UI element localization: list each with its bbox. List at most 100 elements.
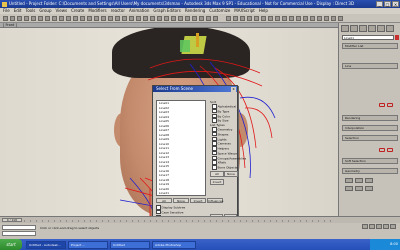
toolbar-tool-icon[interactable] <box>324 15 329 21</box>
geometry-button-4[interactable] <box>345 186 353 191</box>
maximize-button[interactable]: □ <box>384 1 391 7</box>
geometry-button-6[interactable] <box>365 186 373 191</box>
toolbar-tool-icon[interactable] <box>178 15 183 21</box>
taskbar-task[interactable]: Adobe Photoshop <box>152 240 196 249</box>
goto-start-icon[interactable] <box>362 224 368 229</box>
toolbar-tool-icon[interactable] <box>87 15 92 21</box>
modify-tab-icon[interactable] <box>350 25 358 32</box>
toolbar-tool-icon[interactable] <box>101 15 106 21</box>
object-list[interactable]: Line01 Line02 Line03 Line04 Line05 Line06 Line… <box>156 100 206 196</box>
toolbar-tool-icon[interactable] <box>24 15 29 21</box>
toolbar-tool-icon[interactable] <box>17 15 22 21</box>
list-influences-button[interactable]: Influences <box>207 198 223 203</box>
geometry-button-1[interactable] <box>345 178 353 183</box>
close-button[interactable]: × <box>392 1 399 7</box>
toolbar-tool-icon[interactable] <box>247 15 252 21</box>
type-none-button[interactable]: None <box>224 170 238 177</box>
list-item[interactable]: Line21 <box>157 191 205 195</box>
toolbar-tool-icon[interactable] <box>45 15 50 21</box>
create-tab-icon[interactable] <box>341 25 349 32</box>
toolbar-tool-icon[interactable] <box>317 15 322 21</box>
rollout-soft-selection[interactable]: Soft Selection <box>342 158 398 164</box>
toolbar-tool-icon[interactable] <box>171 15 176 21</box>
toolbar-tool-icon[interactable] <box>136 15 141 21</box>
toolbar-tool-icon[interactable] <box>150 15 155 21</box>
prev-frame-icon[interactable] <box>369 224 375 229</box>
toolbar-tool-icon[interactable] <box>268 15 273 21</box>
taskbar-task[interactable]: Untitled - Autodesk... <box>26 240 66 249</box>
toolbar-tool-icon[interactable] <box>10 15 15 21</box>
play-icon[interactable] <box>376 224 382 229</box>
toolbar-tool-icon[interactable] <box>275 15 280 21</box>
rollout-line[interactable]: Line <box>342 63 398 69</box>
toolbar-tool-icon[interactable] <box>338 15 343 21</box>
toolbar-tool-icon[interactable] <box>254 15 259 21</box>
viewport-front[interactable]: Select From Scene x Line01 Line02 Line03 Li… <box>0 28 338 216</box>
rollout-modifier-list[interactable]: Modifier List <box>342 43 398 49</box>
minimize-button[interactable]: _ <box>376 1 383 7</box>
toolbar-tool-icon[interactable] <box>59 15 64 21</box>
show-end-result-icon[interactable] <box>387 103 393 107</box>
rollout-interpolation[interactable]: Interpolation <box>342 125 398 131</box>
timeline-ticks[interactable] <box>24 220 336 222</box>
toolbar-tool-icon[interactable] <box>192 15 197 21</box>
rollout-rendering[interactable]: Rendering <box>342 115 398 121</box>
toolbar-tool-icon[interactable] <box>164 15 169 21</box>
dialog-close-button[interactable]: x <box>231 86 236 92</box>
rollout-selection[interactable]: Selection <box>342 135 398 141</box>
move-gizmo-y-axis[interactable] <box>196 33 199 47</box>
taskbar-task[interactable]: Project ... <box>68 240 108 249</box>
geometry-button-3[interactable] <box>365 178 373 183</box>
type-all-button[interactable]: All <box>210 170 224 177</box>
toolbar-tool-icon[interactable] <box>157 15 162 21</box>
motion-tab-icon[interactable] <box>368 25 376 32</box>
hierarchy-tab-icon[interactable] <box>359 25 367 32</box>
toolbar-tool-icon[interactable] <box>52 15 57 21</box>
maxscript-listener-field[interactable] <box>2 225 36 230</box>
toolbar-tool-icon[interactable] <box>213 15 218 21</box>
type-invert-button[interactable]: Invert <box>210 178 224 185</box>
dialog-title-bar[interactable]: Select From Scene x <box>153 86 237 92</box>
display-tab-icon[interactable] <box>377 25 385 32</box>
object-name-field[interactable]: Line01 <box>342 35 394 40</box>
toolbar-tool-icon[interactable] <box>206 15 211 21</box>
toolbar-tool-icon[interactable] <box>31 15 36 21</box>
toolbar-tool-icon[interactable] <box>261 15 266 21</box>
list-invert-button[interactable]: Invert <box>190 198 206 203</box>
pin-stack-icon[interactable] <box>379 103 385 107</box>
toolbar-tool-icon[interactable] <box>310 15 315 21</box>
toolbar-tool-icon[interactable] <box>289 15 294 21</box>
next-frame-icon[interactable] <box>383 224 389 229</box>
utilities-tab-icon[interactable] <box>386 25 394 32</box>
vertex-subobject-icon[interactable] <box>379 148 385 152</box>
toolbar-tool-icon[interactable] <box>143 15 148 21</box>
move-gizmo-axis[interactable] <box>180 40 190 52</box>
toolbar-tool-icon[interactable] <box>73 15 78 21</box>
rollout-geometry[interactable]: Geometry <box>342 168 398 174</box>
toolbar-tool-icon[interactable] <box>108 15 113 21</box>
toolbar-tool-icon[interactable] <box>122 15 127 21</box>
toolbar-tool-icon[interactable] <box>233 15 238 21</box>
toolbar-tool-icon[interactable] <box>240 15 245 21</box>
toolbar-tool-icon[interactable] <box>296 15 301 21</box>
list-none-button[interactable]: None <box>173 198 189 203</box>
toolbar-tool-icon[interactable] <box>115 15 120 21</box>
system-tray-clock[interactable]: 8:00 <box>370 239 400 250</box>
start-button[interactable]: start <box>0 239 22 250</box>
time-slider[interactable]: 0 / 100 <box>2 218 22 222</box>
toolbar-tool-icon[interactable] <box>38 15 43 21</box>
toolbar-tool-icon[interactable] <box>129 15 134 21</box>
toolbar-tool-icon[interactable] <box>282 15 287 21</box>
toolbar-tool-icon[interactable] <box>94 15 99 21</box>
toolbar-tool-icon[interactable] <box>226 15 231 21</box>
coordinate-field[interactable] <box>2 231 36 236</box>
toolbar-tool-icon[interactable] <box>331 15 336 21</box>
geometry-button-2[interactable] <box>355 178 363 183</box>
toolbar-tool-icon[interactable] <box>199 15 204 21</box>
toolbar-tool-icon[interactable] <box>66 15 71 21</box>
list-all-button[interactable]: All <box>156 198 172 203</box>
toolbar-tool-icon[interactable] <box>303 15 308 21</box>
toolbar-tool-icon[interactable] <box>185 15 190 21</box>
geometry-button-5[interactable] <box>355 186 363 191</box>
taskbar-task[interactable]: Untitled <box>110 240 150 249</box>
